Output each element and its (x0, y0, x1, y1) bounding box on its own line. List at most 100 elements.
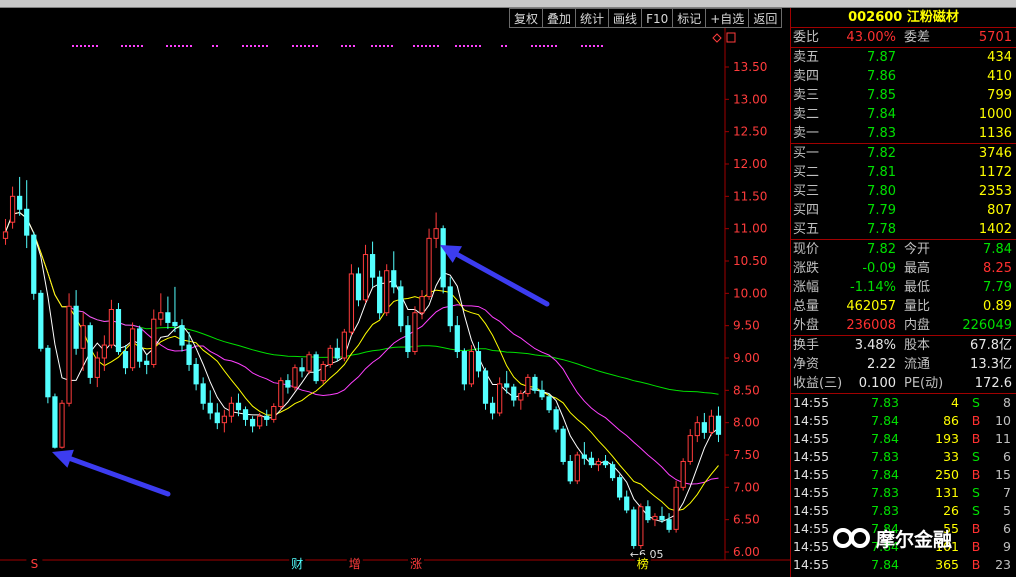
candle (617, 474, 623, 501)
tick-direction: S (972, 503, 980, 518)
signal-dot (190, 45, 192, 47)
sell-label: 卖二 (793, 107, 820, 122)
weicha-value: 5701 (978, 30, 1012, 45)
toolbar-button-6[interactable]: +自选 (705, 8, 750, 28)
signal-dot (84, 45, 86, 47)
kline-chart[interactable]: 13.50 13.00 12.50 12.00 11.50 11.00 10.50 10.00… (0, 8, 790, 577)
candle-body (461, 351, 467, 385)
candle-body (172, 321, 178, 327)
candle-body (59, 402, 65, 448)
signal-dot (585, 45, 587, 47)
candle-body (257, 415, 263, 427)
fund-label: 净资 (793, 357, 820, 372)
candle (412, 306, 418, 355)
candle-body (504, 383, 510, 388)
signal-dot (137, 45, 139, 47)
kline-chart-area[interactable]: 13.50 13.00 12.50 12.00 11.50 11.00 10.50 10.00… (0, 8, 790, 577)
candle (708, 409, 715, 436)
candle-body (271, 406, 277, 420)
buy-qty: 1172 (978, 165, 1012, 180)
buy-row: 买四 7.79 807 (791, 201, 1016, 220)
stat-value: 226049 (962, 318, 1012, 333)
sell-qty: 799 (987, 88, 1012, 103)
signal-dot (80, 45, 82, 47)
tick-row: 14:55 7.84 365 B 23 (791, 556, 1016, 574)
candle-body (666, 519, 672, 530)
stat-row: 涨跌 -0.09 最高 8.25 (791, 259, 1016, 278)
buy-label: 买五 (793, 222, 820, 237)
y-tick-label: 9.50 (733, 319, 760, 333)
candle (87, 322, 93, 384)
tick-price: 7.83 (871, 395, 899, 410)
tick-direction: B (971, 467, 981, 482)
signal-dot (254, 45, 256, 47)
buy-qty: 807 (987, 203, 1012, 218)
candle-body (221, 415, 227, 424)
event-marker-label: S (31, 557, 39, 571)
signal-dot (593, 45, 595, 47)
event-marker[interactable]: 财 (289, 555, 306, 571)
signal-dot (216, 45, 218, 47)
candle-body (31, 234, 37, 294)
candle-body (87, 325, 93, 378)
tick-direction: S (972, 485, 980, 500)
stat-value: 236008 (846, 318, 896, 333)
event-marker[interactable]: S (26, 555, 43, 571)
signal-dot (166, 45, 168, 47)
toolbar-button-1[interactable]: 叠加 (542, 8, 577, 28)
event-marker[interactable]: 增 (346, 555, 363, 571)
y-tick-label: 7.50 (733, 448, 760, 462)
candle (638, 503, 644, 549)
buy-row: 买五 7.78 1402 (791, 220, 1016, 239)
event-marker[interactable]: 涨 (408, 555, 424, 571)
candle-body (433, 228, 439, 239)
tick-row: 14:55 7.83 33 S 6 (791, 448, 1016, 466)
event-marker[interactable]: 榜 (634, 555, 651, 571)
sell-price: 7.86 (867, 69, 896, 84)
signal-dot (379, 45, 381, 47)
stat-value: 7.82 (867, 242, 896, 257)
diamond-icon[interactable] (712, 33, 722, 43)
y-tick-label: 13.00 (733, 92, 767, 106)
candle-body (468, 351, 475, 385)
tick-volume: 250 (935, 467, 959, 482)
candle (631, 506, 637, 549)
signal-dot (212, 45, 214, 47)
candle (320, 361, 326, 384)
watermark-text: 摩尔金融 (876, 528, 953, 551)
toolbar-button-3[interactable]: 画线 (608, 8, 643, 28)
candle-body (369, 254, 376, 278)
tick-row: 14:55 7.83 26 S 5 (791, 502, 1016, 520)
window-toggle-icon[interactable] (726, 32, 736, 43)
candle-body (659, 515, 665, 521)
candle (94, 351, 100, 388)
signal-dot (133, 45, 135, 47)
candle (193, 358, 199, 391)
candle (214, 403, 220, 430)
candle-body (334, 347, 340, 359)
fund-label: PE(动) (904, 376, 944, 391)
stat-label: 总量 (793, 299, 820, 314)
signal-dot (391, 45, 393, 47)
fund-value: 67.8亿 (970, 338, 1012, 353)
sell-row: 卖五 7.87 434 (791, 48, 1016, 67)
signal-dot (543, 45, 545, 47)
stat-value: -0.09 (862, 261, 896, 276)
candle-body (574, 454, 580, 482)
signal-dot (387, 45, 389, 47)
toolbar-button-4[interactable]: F10 (641, 8, 674, 28)
candle (24, 180, 30, 249)
signal-dot (531, 45, 533, 47)
candle-body (306, 354, 312, 372)
candle (384, 264, 390, 316)
toolbar-button-7[interactable]: 返回 (748, 8, 783, 28)
toolbar-button-2[interactable]: 统计 (575, 8, 610, 28)
candle-body (9, 195, 16, 223)
signal-dot (174, 45, 176, 47)
candle-body (108, 309, 115, 346)
toolbar-button-5[interactable]: 标记 (672, 8, 707, 28)
tick-count: 6 (1003, 449, 1011, 464)
sell-qty: 1000 (978, 107, 1012, 122)
toolbar-button-0[interactable]: 复权 (509, 8, 544, 28)
stat-label: 涨幅 (793, 280, 820, 295)
